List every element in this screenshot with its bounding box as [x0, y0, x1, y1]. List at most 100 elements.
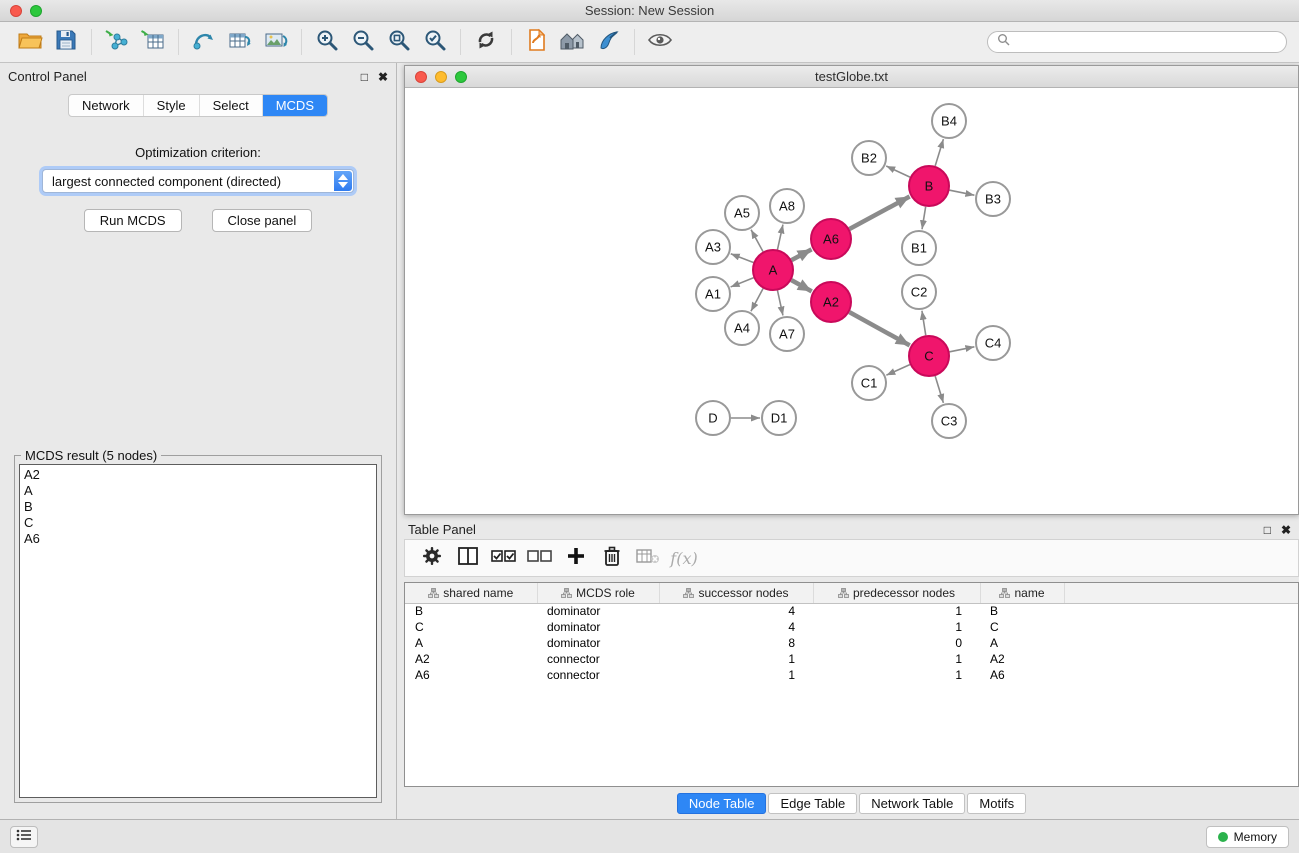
graph-edge-A-A3[interactable] [731, 254, 754, 263]
graph-edge-B-B2[interactable] [886, 166, 910, 177]
tab-motifs[interactable]: Motifs [967, 793, 1026, 814]
graph-edge-A-A4[interactable] [751, 289, 763, 312]
column-header-name[interactable]: name [980, 583, 1064, 603]
select-all-button[interactable] [487, 543, 521, 573]
zoom-window-button[interactable] [30, 5, 42, 17]
delete-column-button[interactable] [595, 543, 629, 573]
style-brush-button[interactable] [591, 26, 627, 58]
graph-edge-B-B1[interactable] [922, 207, 926, 230]
table-cell[interactable]: 0 [813, 635, 980, 651]
graph-edge-A-A6[interactable] [792, 249, 812, 260]
delete-table-button[interactable] [631, 543, 665, 573]
export-image-button[interactable] [258, 26, 294, 58]
graph-edge-A-A2[interactable] [791, 280, 811, 291]
network-canvas[interactable]: B4B2BB3A5A8A6B1A3AC2A1A2A4A7C4CC1C3DD1 [405, 88, 1298, 514]
memory-button[interactable]: Memory [1206, 826, 1289, 848]
show-columns-button[interactable] [451, 543, 485, 573]
table-cell[interactable]: C [980, 619, 1064, 635]
graph-node-A8[interactable]: A8 [770, 189, 804, 223]
network-minimize-button[interactable] [435, 71, 447, 83]
table-cell[interactable]: B [405, 603, 537, 619]
tab-select[interactable]: Select [199, 95, 262, 116]
table-cell[interactable]: C [405, 619, 537, 635]
table-row[interactable]: Adominator80A [405, 635, 1298, 651]
graph-node-C2[interactable]: C2 [902, 275, 936, 309]
network-close-button[interactable] [415, 71, 427, 83]
tab-mcds[interactable]: MCDS [262, 95, 327, 116]
close-panel-icon[interactable]: ✖ [378, 71, 388, 83]
column-header-successor-nodes[interactable]: successor nodes [659, 583, 813, 603]
graph-edge-A2-C[interactable] [849, 312, 909, 345]
graph-node-D1[interactable]: D1 [762, 401, 796, 435]
column-header-predecessor-nodes[interactable]: predecessor nodes [813, 583, 980, 603]
table-cell[interactable]: A6 [405, 667, 537, 683]
export-table-button[interactable] [222, 26, 258, 58]
table-row[interactable]: Bdominator41B [405, 603, 1298, 619]
result-list-item[interactable]: A6 [24, 531, 372, 547]
graph-node-C1[interactable]: C1 [852, 366, 886, 400]
float-table-panel-icon[interactable]: □ [1264, 524, 1271, 536]
result-list-item[interactable]: B [24, 499, 372, 515]
graph-edge-C-C4[interactable] [950, 347, 975, 352]
zoom-out-button[interactable] [345, 26, 381, 58]
graph-edge-C-C2[interactable] [922, 311, 926, 335]
table-cell[interactable]: A6 [980, 667, 1064, 683]
zoom-selected-button[interactable] [417, 26, 453, 58]
table-cell[interactable]: A [405, 635, 537, 651]
table-cell[interactable]: 4 [659, 619, 813, 635]
run-mcds-button[interactable]: Run MCDS [84, 209, 182, 232]
close-window-button[interactable] [10, 5, 22, 17]
table-cell[interactable]: dominator [537, 603, 659, 619]
table-cell[interactable]: connector [537, 667, 659, 683]
column-header-shared-name[interactable]: shared name [405, 583, 537, 603]
graph-node-C4[interactable]: C4 [976, 326, 1010, 360]
tab-network[interactable]: Network [69, 95, 143, 116]
create-column-button[interactable] [559, 543, 593, 573]
graph-node-B2[interactable]: B2 [852, 141, 886, 175]
graph-node-A7[interactable]: A7 [770, 317, 804, 351]
graph-node-C[interactable]: C [909, 336, 949, 376]
import-table-button[interactable] [135, 26, 171, 58]
export-network-button[interactable] [186, 26, 222, 58]
graph-node-B3[interactable]: B3 [976, 182, 1010, 216]
network-zoom-button[interactable] [455, 71, 467, 83]
table-cell[interactable]: B [980, 603, 1064, 619]
zoom-in-button[interactable] [309, 26, 345, 58]
tab-network-table[interactable]: Network Table [859, 793, 965, 814]
graph-edge-B-B4[interactable] [935, 139, 943, 166]
mcds-result-list[interactable]: A2ABCA6 [19, 464, 377, 798]
search-input[interactable] [1015, 35, 1277, 49]
graph-edge-A6-B[interactable] [849, 196, 909, 229]
search-box[interactable] [987, 31, 1287, 53]
graph-node-B4[interactable]: B4 [932, 104, 966, 138]
table-cell[interactable]: connector [537, 651, 659, 667]
import-network-button[interactable] [99, 26, 135, 58]
deselect-all-button[interactable] [523, 543, 557, 573]
tab-node-table[interactable]: Node Table [677, 793, 767, 814]
graph-node-D[interactable]: D [696, 401, 730, 435]
task-history-button[interactable] [10, 826, 38, 848]
first-neighbors-button[interactable] [555, 26, 591, 58]
table-settings-button[interactable] [415, 543, 449, 573]
graph-edge-C-C1[interactable] [886, 365, 910, 376]
table-cell[interactable]: 1 [813, 619, 980, 635]
graph-node-B[interactable]: B [909, 166, 949, 206]
save-session-button[interactable] [48, 26, 84, 58]
network-window-titlebar[interactable]: testGlobe.txt [405, 66, 1298, 88]
table-cell[interactable]: 8 [659, 635, 813, 651]
network-graph[interactable]: B4B2BB3A5A8A6B1A3AC2A1A2A4A7C4CC1C3DD1 [405, 88, 1298, 514]
graph-node-A4[interactable]: A4 [725, 311, 759, 345]
tab-edge-table[interactable]: Edge Table [768, 793, 857, 814]
table-cell[interactable]: A2 [980, 651, 1064, 667]
tab-style[interactable]: Style [143, 95, 199, 116]
graph-edge-A-A8[interactable] [777, 225, 782, 250]
close-table-panel-icon[interactable]: ✖ [1281, 524, 1291, 536]
graph-node-A2[interactable]: A2 [811, 282, 851, 322]
graph-edge-A-A7[interactable] [777, 291, 782, 316]
table-row[interactable]: A6connector11A6 [405, 667, 1298, 683]
result-list-item[interactable]: A2 [24, 467, 372, 483]
graph-edge-C-C3[interactable] [935, 376, 943, 403]
refresh-layout-button[interactable] [468, 26, 504, 58]
open-session-button[interactable] [12, 26, 48, 58]
graph-edge-A-A5[interactable] [751, 230, 763, 252]
